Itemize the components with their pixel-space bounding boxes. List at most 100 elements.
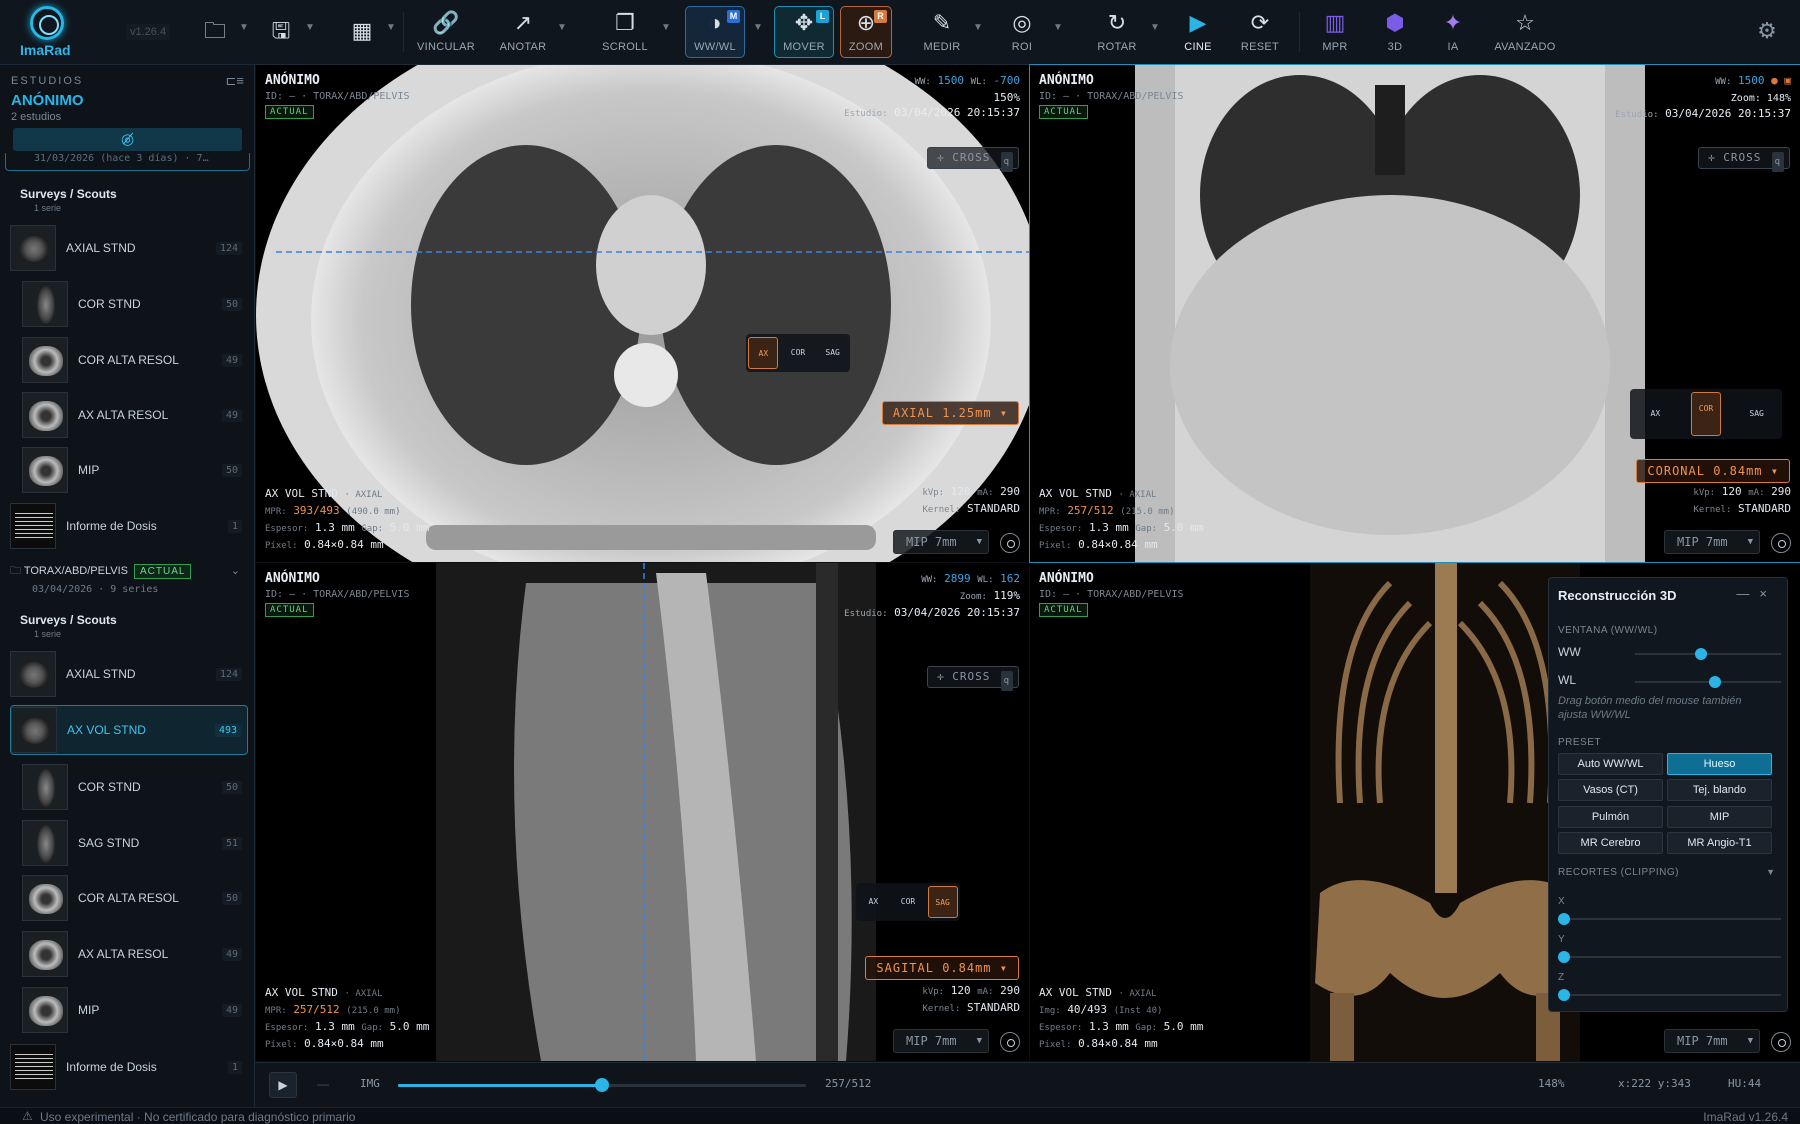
wl-slider-track[interactable]	[1635, 681, 1781, 683]
reset-button[interactable]: ⟳ RESET	[1230, 6, 1290, 58]
chevron-down-icon[interactable]: ▼	[1766, 867, 1775, 877]
cine-button[interactable]: ▶ CINE	[1168, 6, 1228, 58]
preset-auto-wwwl-button[interactable]: Auto WW/WL	[1558, 753, 1663, 775]
plane-selector[interactable]: CORONAL 0.84mm ▾	[1636, 459, 1790, 483]
chevron-down-icon[interactable]: ▼	[661, 22, 671, 33]
surveys-group[interactable]: Surveys / Scouts 1 serie	[20, 187, 117, 213]
series-item[interactable]: Informe de Dosis 1	[10, 1042, 248, 1092]
series-item[interactable]: AXIAL STND 124	[10, 649, 248, 699]
settings-button[interactable]: ⚙	[1752, 6, 1782, 58]
chevron-down-icon[interactable]: ▼	[239, 22, 249, 33]
preset-mr-angio-button[interactable]: MR Angio-T1	[1667, 832, 1772, 854]
minimize-icon[interactable]: —	[1736, 586, 1759, 601]
series-item[interactable]: MIP 50	[22, 445, 248, 495]
rotar-button[interactable]: ↻ ROTAR	[1087, 6, 1147, 58]
chevron-down-icon[interactable]: ▼	[753, 22, 763, 33]
series-item[interactable]: SAG STND 51	[22, 818, 248, 868]
clip-y-handle[interactable]	[1558, 951, 1570, 963]
layout-button[interactable]: ▦	[347, 6, 377, 58]
viewport-coronal[interactable]: ANÓNIMO ID: — · TORAX/ABD/PELVIS ACTUAL …	[1029, 64, 1800, 563]
series-item[interactable]: COR STND 50	[22, 279, 248, 329]
plane-selector[interactable]: AXIAL 1.25mm ▾	[881, 401, 1019, 425]
preset-hueso-button[interactable]: Hueso	[1667, 753, 1772, 775]
center-target-icon[interactable]	[1771, 1032, 1791, 1052]
kernel-label: Kernel:	[1693, 505, 1732, 515]
preset-vasos-button[interactable]: Vasos (CT)	[1558, 779, 1663, 801]
close-icon[interactable]: ×	[1759, 586, 1777, 601]
series-item[interactable]: COR ALTA RESOL 49	[22, 335, 248, 385]
plane-selector[interactable]: SAGITAL 0.84mm ▾	[865, 956, 1019, 980]
clip-y-track[interactable]	[1563, 956, 1781, 958]
clipping-section-title[interactable]: RECORTES (CLIPPING)	[1558, 867, 1679, 878]
preset-mr-cerebro-button[interactable]: MR Cerebro	[1558, 832, 1663, 854]
crosshair-button[interactable]: ✛ CROSS q	[927, 147, 1019, 172]
open-folder-button[interactable]: 🗀	[200, 6, 230, 58]
center-target-icon[interactable]	[1000, 533, 1020, 553]
orient-cor-button[interactable]: COR	[1690, 392, 1721, 436]
scroll-button[interactable]: ❐ SCROLL	[590, 6, 660, 58]
orient-ax-button[interactable]: AX	[858, 886, 888, 918]
series-item[interactable]: AX ALTA RESOL 49	[22, 929, 248, 979]
clip-z-handle[interactable]	[1558, 989, 1570, 1001]
medir-button[interactable]: ✎ MEDIR	[912, 6, 972, 58]
toggle-visibility-button[interactable]: ◎̸	[13, 128, 242, 151]
viewport-axial[interactable]: ANÓNIMO ID: — · TORAX/ABD/PELVIS ACTUAL …	[256, 65, 1029, 562]
collapse-sidebar-icon[interactable]: ⊏≡	[226, 73, 244, 89]
surveys-group[interactable]: Surveys / Scouts 1 serie	[20, 613, 117, 639]
series-item[interactable]: Informe de Dosis 1	[10, 501, 248, 551]
chevron-down-icon[interactable]: ▼	[1150, 22, 1160, 33]
series-item[interactable]: COR ALTA RESOL 50	[22, 873, 248, 923]
crosshair-button[interactable]: ✛ CROSS q	[1698, 147, 1790, 172]
save-button[interactable]: 🖫	[266, 6, 296, 58]
study-header[interactable]: 🗀 TORAX/ABD/PELVIS ACTUAL ⌄ 03/04/2026 · …	[10, 562, 248, 602]
center-target-icon[interactable]	[1000, 1032, 1020, 1052]
chevron-down-icon[interactable]: ▼	[1053, 22, 1063, 33]
cross-label: CROSS	[1723, 151, 1762, 164]
clip-x-handle[interactable]	[1558, 913, 1570, 925]
preset-mip-button[interactable]: MIP	[1667, 806, 1772, 828]
preset-tej-blando-button[interactable]: Tej. blando	[1667, 779, 1772, 801]
frame-slider-handle[interactable]	[595, 1078, 609, 1092]
orient-cor-button[interactable]: COR	[783, 337, 813, 369]
orient-ax-button[interactable]: AX	[748, 337, 779, 369]
chevron-down-icon[interactable]: ▼	[973, 22, 983, 33]
avanzado-button[interactable]: ☆ AVANZADO	[1490, 6, 1560, 58]
ia-button[interactable]: ✦ IA	[1428, 6, 1478, 58]
series-item[interactable]: COR STND 50	[22, 762, 248, 812]
clip-x-track[interactable]	[1563, 918, 1781, 920]
series-item[interactable]: AXIAL STND 124	[10, 223, 248, 273]
preset-pulmon-button[interactable]: Pulmón	[1558, 806, 1663, 828]
mip-selector[interactable]: MIP 7mm ▼	[1664, 1029, 1760, 1053]
orient-cor-button[interactable]: COR	[893, 886, 923, 918]
chevron-down-icon[interactable]: ⌄	[231, 564, 240, 577]
anotar-button[interactable]: ↗ ANOTAR	[488, 6, 558, 58]
chevron-down-icon[interactable]: ▼	[557, 22, 567, 33]
mover-button[interactable]: ✥ MOVER L	[774, 6, 834, 58]
wwwl-button[interactable]: ◑ WW/WL M	[685, 6, 745, 58]
mip-selector[interactable]: MIP 7mm ▼	[893, 1029, 989, 1053]
mpr-button[interactable]: ▥ MPR	[1310, 6, 1360, 58]
3d-button[interactable]: ⬢ 3D	[1370, 6, 1420, 58]
series-item-selected[interactable]: AX VOL STND 493	[10, 705, 248, 755]
play-button[interactable]: ▶	[269, 1072, 297, 1098]
orient-sag-button[interactable]: SAG	[1742, 398, 1772, 430]
center-target-icon[interactable]	[1771, 533, 1791, 553]
wl-slider-handle[interactable]	[1709, 676, 1722, 688]
mip-selector[interactable]: MIP 7mm ▼	[1664, 530, 1760, 554]
series-item[interactable]: MIP 49	[22, 985, 248, 1035]
ww-slider-handle[interactable]	[1694, 648, 1707, 660]
clip-z-track[interactable]	[1563, 994, 1781, 996]
mip-selector[interactable]: MIP 7mm ▼	[893, 530, 989, 554]
vincular-button[interactable]: 🔗 VINCULAR	[411, 6, 481, 58]
series-item[interactable]: AX ALTA RESOL 49	[22, 390, 248, 440]
zoom-button[interactable]: ⊕ ZOOM R	[840, 6, 892, 58]
roi-button[interactable]: ◎ ROI	[992, 6, 1052, 58]
viewport-sagittal[interactable]: ANÓNIMO ID: — · TORAX/ABD/PELVIS ACTUAL …	[256, 563, 1029, 1061]
orient-sag-button[interactable]: SAG	[927, 886, 958, 918]
orient-ax-button[interactable]: AX	[1640, 398, 1670, 430]
orient-sag-button[interactable]: SAG	[818, 337, 848, 369]
chevron-down-icon[interactable]: ▼	[386, 22, 396, 33]
chevron-down-icon[interactable]: ▼	[305, 22, 315, 33]
ww-slider-track[interactable]	[1635, 653, 1781, 655]
crosshair-button[interactable]: ✛ CROSS q	[927, 666, 1019, 691]
